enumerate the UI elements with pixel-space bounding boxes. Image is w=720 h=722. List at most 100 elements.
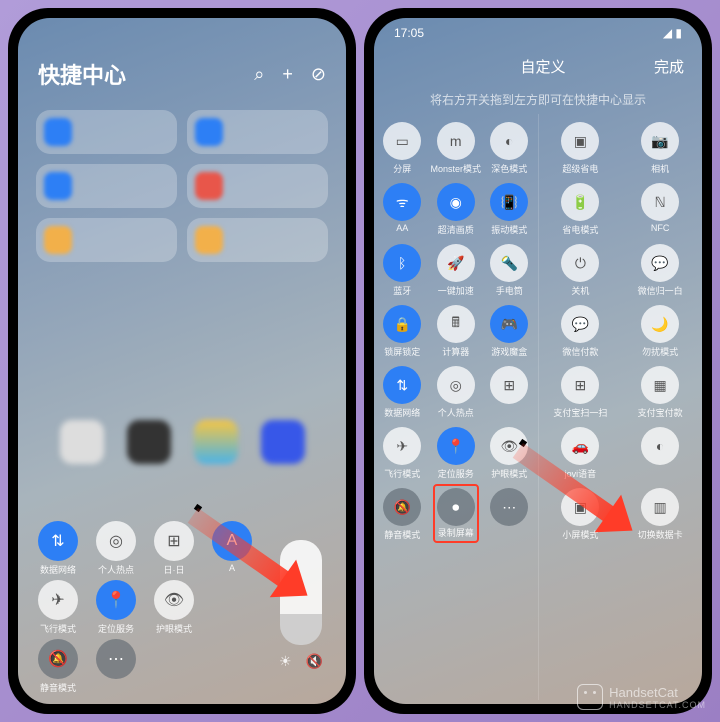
- toggle-振动模式[interactable]: 📳振动模式: [485, 183, 534, 236]
- hotspot-icon[interactable]: ◎: [96, 521, 136, 561]
- plus-icon[interactable]: +: [282, 64, 293, 85]
- tile[interactable]: [36, 110, 177, 154]
- search-icon[interactable]: ⌕: [254, 64, 264, 85]
- 微信付款-icon[interactable]: 💬: [561, 305, 599, 343]
- toggle-icon[interactable]: ◐: [641, 427, 679, 465]
- toggle-静音模式[interactable]: 🔕静音模式: [378, 488, 426, 541]
- check-icon[interactable]: ⊘: [311, 64, 326, 85]
- toggle-item[interactable]: ⋯: [485, 488, 534, 541]
- toggle-微信归一白[interactable]: 💬微信归一白: [622, 244, 698, 297]
- mute-icon[interactable]: 🔕: [38, 639, 78, 679]
- toggle-勿扰模式[interactable]: 🌙勿扰模式: [622, 305, 698, 358]
- 勿扰模式-icon[interactable]: 🌙: [641, 305, 679, 343]
- toggle-数据网络[interactable]: ⇅数据网络: [378, 366, 426, 419]
- status-bar: [18, 18, 346, 48]
- toggle-AA[interactable]: ᯤAA: [378, 183, 426, 236]
- app-icon[interactable]: [261, 420, 305, 464]
- toggle-省电模式[interactable]: 🔋省电模式: [543, 183, 619, 236]
- 支付宝付款-icon[interactable]: ▦: [641, 366, 679, 404]
- toggle-location[interactable]: 📍定位服务: [88, 580, 144, 635]
- 锁屏锁定-icon[interactable]: 🔒: [383, 305, 421, 343]
- 定位服务-icon[interactable]: 📍: [437, 427, 475, 465]
- toggle-计算器[interactable]: 🖩计算器: [430, 305, 481, 358]
- toggle-飞行模式[interactable]: ✈飞行模式: [378, 427, 426, 480]
- 数据网络-icon[interactable]: ⇅: [383, 366, 421, 404]
- toggle-蓝牙[interactable]: ᛒ 蓝牙: [378, 244, 426, 297]
- 相机-icon[interactable]: 📷: [641, 122, 679, 160]
- tile[interactable]: [36, 218, 177, 262]
- toggle-icon[interactable]: ⋯: [490, 488, 528, 526]
- app-icon[interactable]: [194, 420, 238, 464]
- toggle-label: 超级省电: [562, 162, 598, 175]
- toggle-item[interactable]: ⊞: [485, 366, 534, 419]
- watermark: HandsetCat HANDSETCAT.COM: [577, 684, 706, 710]
- 深色模式-icon[interactable]: ◐: [490, 122, 528, 160]
- toggle-more[interactable]: ⋯: [88, 639, 144, 694]
- toggle-分屏[interactable]: ▭分屏: [378, 122, 426, 175]
- tile[interactable]: [187, 218, 328, 262]
- more-icon[interactable]: ⋯: [96, 639, 136, 679]
- 一键加速-icon[interactable]: 🚀: [437, 244, 475, 282]
- 超级省电-icon[interactable]: ▣: [561, 122, 599, 160]
- toggle-游戏魔盒[interactable]: 🎮游戏魔盒: [485, 305, 534, 358]
- toggle-锁屏锁定[interactable]: 🔒锁屏锁定: [378, 305, 426, 358]
- toggle-item[interactable]: ◐: [622, 427, 698, 480]
- 分屏-icon[interactable]: ▭: [383, 122, 421, 160]
- app-icon[interactable]: [127, 420, 171, 464]
- 飞行模式-icon[interactable]: ✈: [383, 427, 421, 465]
- toggle-个人热点[interactable]: ◎个人热点: [430, 366, 481, 419]
- toggle-定位服务[interactable]: 📍定位服务: [430, 427, 481, 480]
- jovi语音-icon[interactable]: 🚗: [561, 427, 599, 465]
- NFC-icon[interactable]: ℕ: [641, 183, 679, 221]
- toggle-支付宝付款[interactable]: ▦支付宝付款: [622, 366, 698, 419]
- brightness-icon[interactable]: ☀: [279, 653, 292, 670]
- a3-icon[interactable]: ⊞: [154, 521, 194, 561]
- toggle-支付宝扫一扫[interactable]: ⊞支付宝扫一扫: [543, 366, 619, 419]
- eye-icon[interactable]: 👁: [154, 580, 194, 620]
- toggle-Monster模式[interactable]: mMonster模式: [430, 122, 481, 175]
- 关机-icon[interactable]: ⏻: [561, 244, 599, 282]
- toggle-hotspot[interactable]: ◎个人热点: [88, 521, 144, 576]
- toggle-超清画质[interactable]: ◉超清画质: [430, 183, 481, 236]
- toggle-mute[interactable]: 🔕静音模式: [30, 639, 86, 694]
- toggle-手电筒[interactable]: 🔦手电筒: [485, 244, 534, 297]
- 游戏魔盒-icon[interactable]: 🎮: [490, 305, 528, 343]
- 录制屏幕-icon[interactable]: ⏺: [437, 488, 475, 526]
- toggle-data[interactable]: ⇅数据网络: [30, 521, 86, 576]
- toggle-icon[interactable]: ⊞: [490, 366, 528, 404]
- 超清画质-icon[interactable]: ◉: [437, 183, 475, 221]
- 静音模式-icon[interactable]: 🔕: [383, 488, 421, 526]
- app-icon[interactable]: [60, 420, 104, 464]
- tile[interactable]: [36, 164, 177, 208]
- toggle-超级省电[interactable]: ▣ 超级省电: [543, 122, 619, 175]
- toggle-微信付款[interactable]: 💬微信付款: [543, 305, 619, 358]
- toggle-airplane[interactable]: ✈飞行模式: [30, 580, 86, 635]
- toggle-label: 蓝牙: [393, 284, 411, 297]
- 振动模式-icon[interactable]: 📳: [490, 183, 528, 221]
- toggle-a3[interactable]: ⊞日·日: [146, 521, 202, 576]
- AA-icon[interactable]: ᯤ: [383, 183, 421, 221]
- data-icon[interactable]: ⇅: [38, 521, 78, 561]
- toggle-关机[interactable]: ⏻关机: [543, 244, 619, 297]
- toggle-NFC[interactable]: ℕNFC: [622, 183, 698, 236]
- 个人热点-icon[interactable]: ◎: [437, 366, 475, 404]
- tile[interactable]: [187, 164, 328, 208]
- Monster模式-icon[interactable]: m: [437, 122, 475, 160]
- 切换数据卡-icon[interactable]: ▥: [641, 488, 679, 526]
- toggle-一键加速[interactable]: 🚀一键加速: [430, 244, 481, 297]
- toggle-相机[interactable]: 📷相机: [622, 122, 698, 175]
- airplane-icon[interactable]: ✈: [38, 580, 78, 620]
- toggle-深色模式[interactable]: ◐深色模式: [485, 122, 534, 175]
- toggle-录制屏幕[interactable]: ⏺录制屏幕: [430, 488, 481, 541]
- 省电模式-icon[interactable]: 🔋: [561, 183, 599, 221]
- 计算器-icon[interactable]: 🖩: [437, 305, 475, 343]
- 微信归一白-icon[interactable]: 💬: [641, 244, 679, 282]
- done-button[interactable]: 完成: [654, 56, 684, 77]
- 蓝牙-icon[interactable]: ᛒ: [383, 244, 421, 282]
- 手电筒-icon[interactable]: 🔦: [490, 244, 528, 282]
- tile[interactable]: [187, 110, 328, 154]
- toggle-eye[interactable]: 👁护眼模式: [146, 580, 202, 635]
- mute-icon[interactable]: 🔇: [306, 653, 323, 670]
- location-icon[interactable]: 📍: [96, 580, 136, 620]
- 支付宝扫一扫-icon[interactable]: ⊞: [561, 366, 599, 404]
